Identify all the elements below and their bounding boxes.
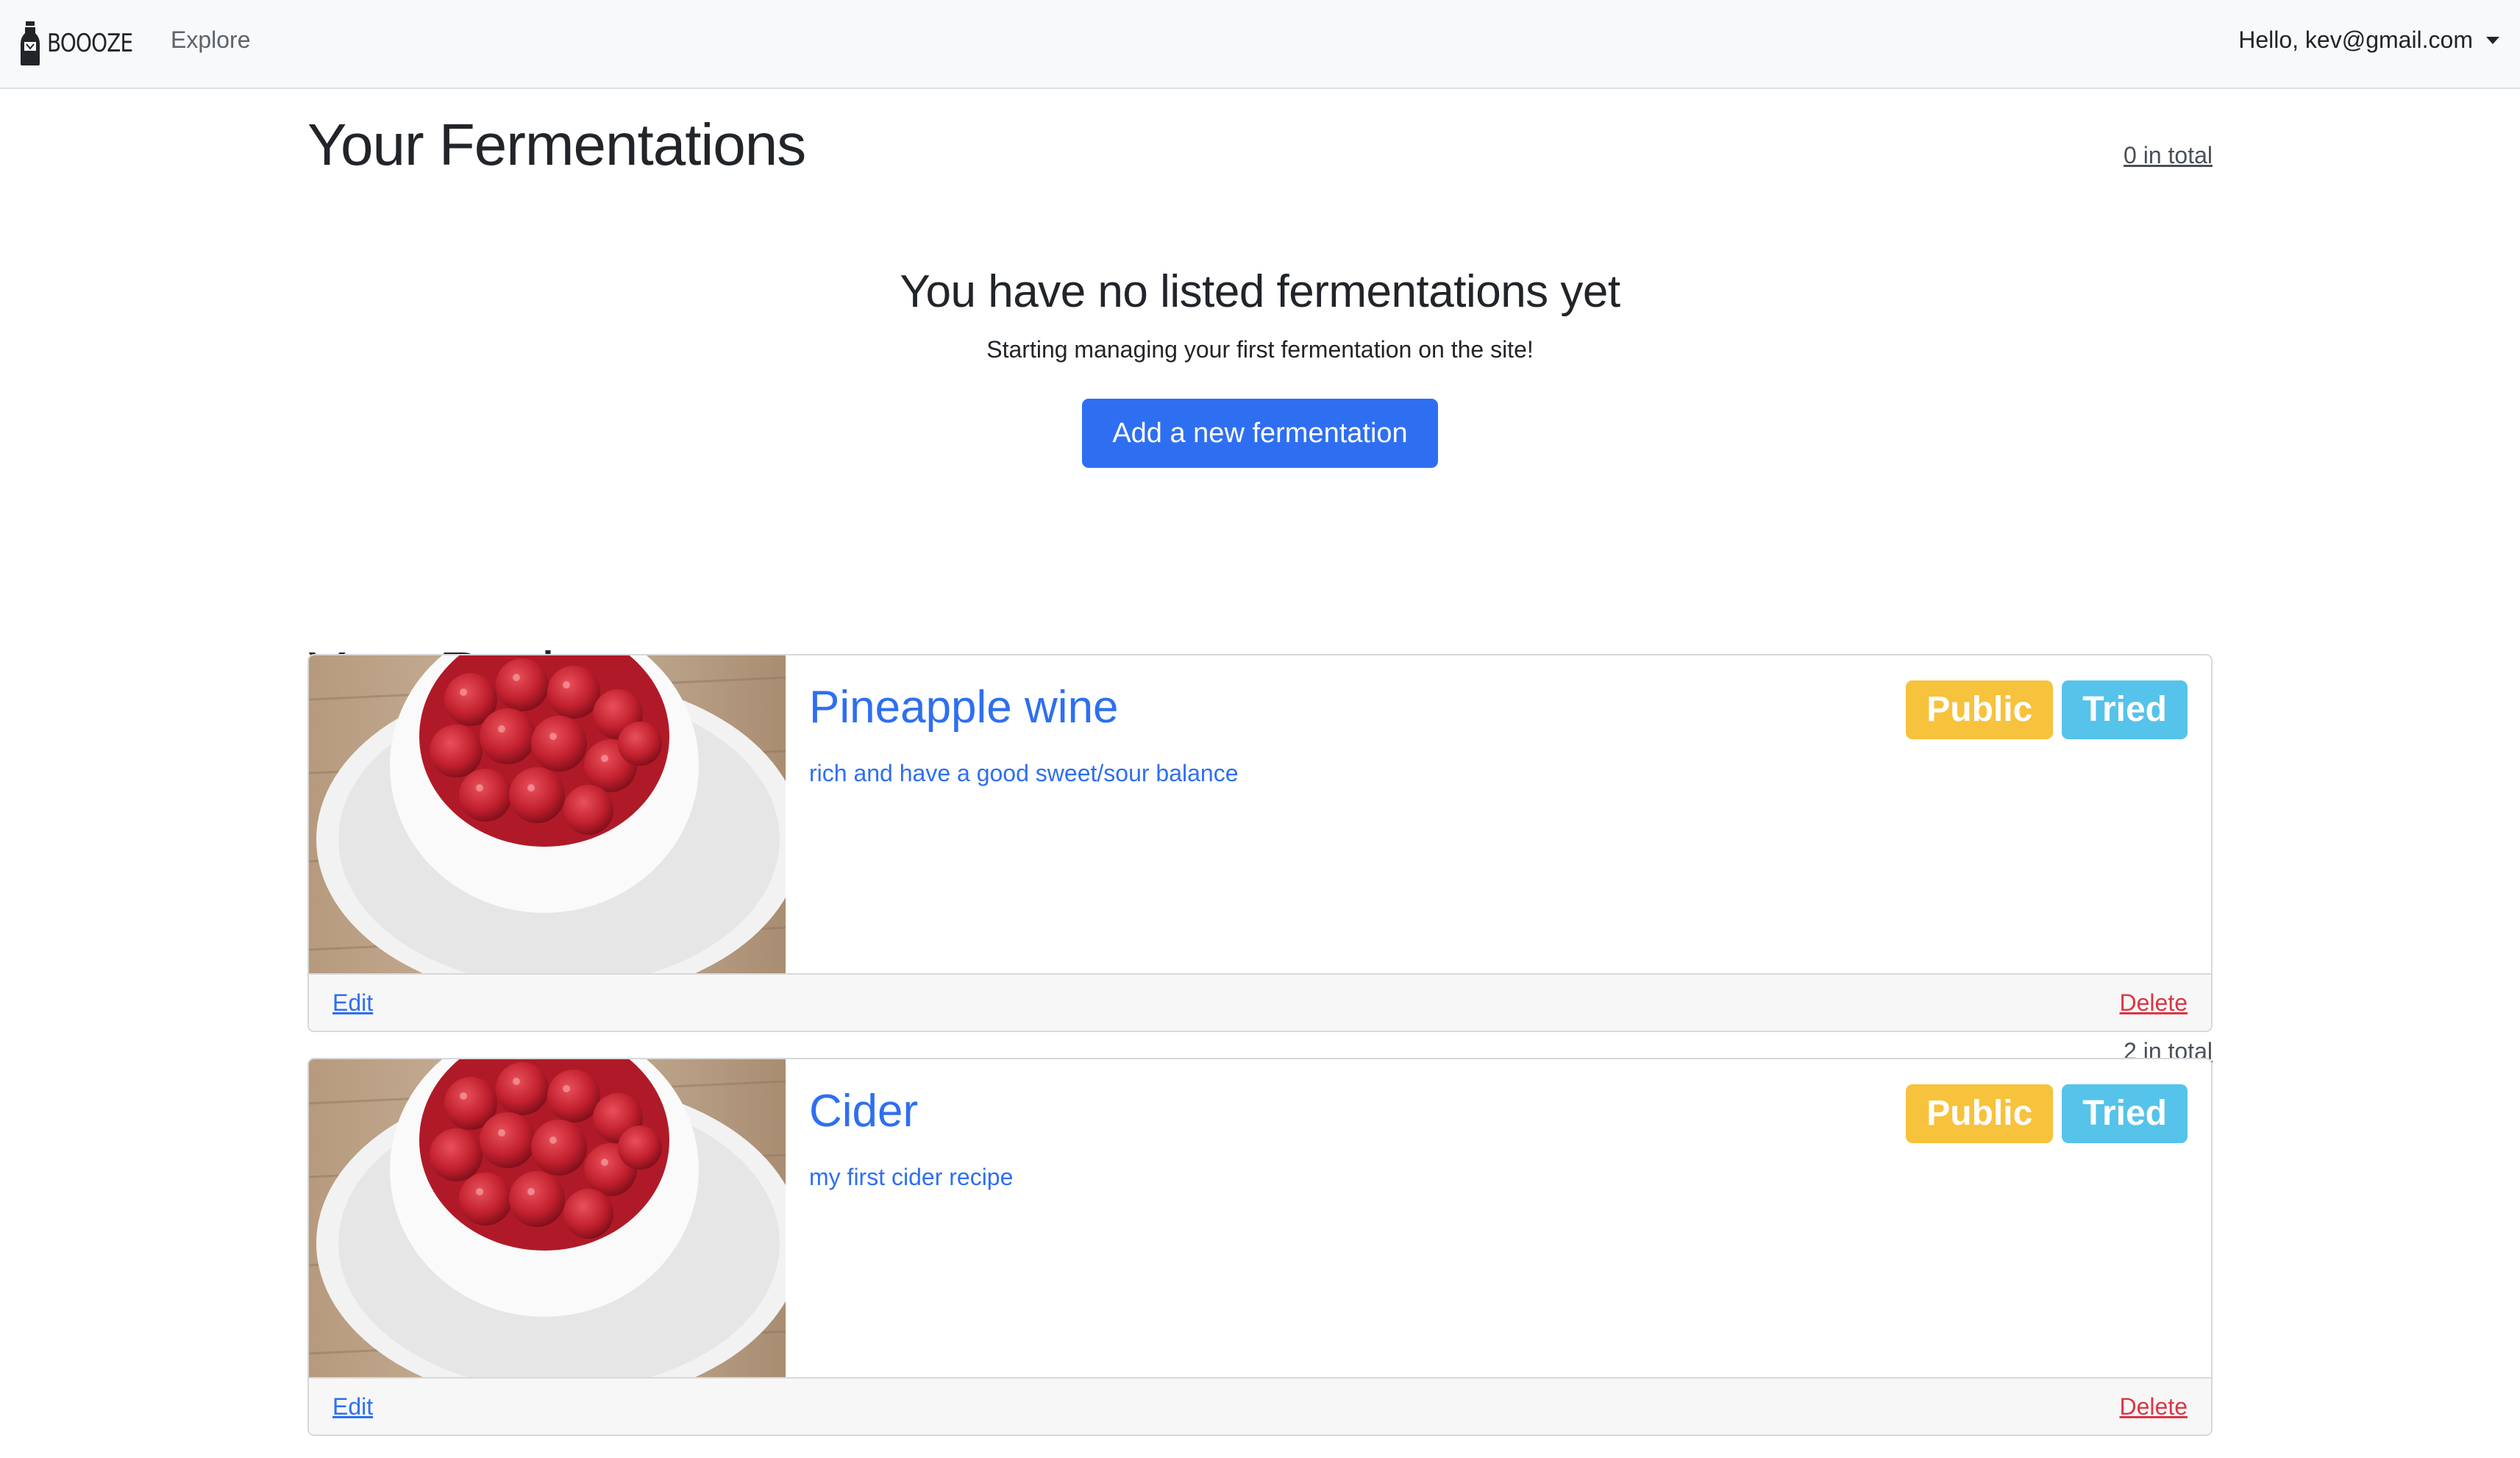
recipe-image[interactable] [309, 1059, 786, 1377]
delete-recipe-link[interactable]: Delete [2120, 1393, 2188, 1420]
recipe-badges: Public Tried [1906, 680, 2188, 739]
recipe-title[interactable]: Cider [809, 1089, 918, 1134]
edit-recipe-link[interactable]: Edit [332, 1393, 373, 1420]
fermentations-header: Your Fermentations 0 in total [307, 89, 2213, 174]
fermentations-empty-state: You have no listed fermentations yet Sta… [307, 266, 2213, 469]
recipe-description: my first cider recipe [809, 1164, 1014, 1190]
user-menu-dropdown[interactable]: Hello, kev@gmail.com [2238, 26, 2499, 54]
nav-explore-link[interactable]: Explore [171, 26, 251, 54]
main-container: Your Fermentations 0 in total You have n… [307, 89, 2213, 1436]
edit-recipe-link[interactable]: Edit [332, 989, 373, 1017]
recipe-card-footer: Edit Delete [309, 1377, 2211, 1434]
recipe-card-footer: Edit Delete [309, 973, 2211, 1031]
recipe-image[interactable] [309, 655, 786, 973]
public-badge: Public [1906, 680, 2054, 739]
recipe-badges: Public Tried [1906, 1084, 2188, 1143]
recipes-header: Your Recipes 2 in total [307, 552, 2213, 1065]
recipe-card-body: Cider my first cider recipe Public Tried [786, 1059, 2211, 1377]
tried-badge: Tried [2062, 680, 2188, 739]
empty-state-text: Starting managing your first fermentatio… [986, 336, 1534, 363]
brand-logo[interactable]: BOOOZE [19, 19, 152, 68]
recipe-card: Cider my first cider recipe Public Tried… [307, 1058, 2213, 1436]
public-badge: Public [1906, 1084, 2054, 1143]
user-greeting: Hello, kev@gmail.com [2238, 26, 2473, 53]
fermentations-count-link[interactable]: 0 in total [2124, 142, 2213, 169]
chevron-down-icon [2486, 36, 2499, 44]
empty-state-title: You have no listed fermentations yet [900, 266, 1620, 317]
delete-recipe-link[interactable]: Delete [2120, 989, 2188, 1017]
navbar: BOOOZE Explore Hello, kev@gmail.com [0, 0, 2520, 89]
add-fermentation-button[interactable]: Add a new fermentation [1082, 399, 1438, 469]
recipe-description: rich and have a good sweet/sour balance [809, 760, 1239, 786]
brand-name: BOOOZE [47, 29, 133, 58]
bottle-icon [21, 21, 40, 65]
fermentations-title: Your Fermentations [307, 112, 806, 177]
recipe-title[interactable]: Pineapple wine [809, 685, 1119, 730]
recipe-card: Pineapple wine rich and have a good swee… [307, 654, 2213, 1032]
tried-badge: Tried [2062, 1084, 2188, 1143]
recipe-card-body: Pineapple wine rich and have a good swee… [786, 655, 2211, 973]
